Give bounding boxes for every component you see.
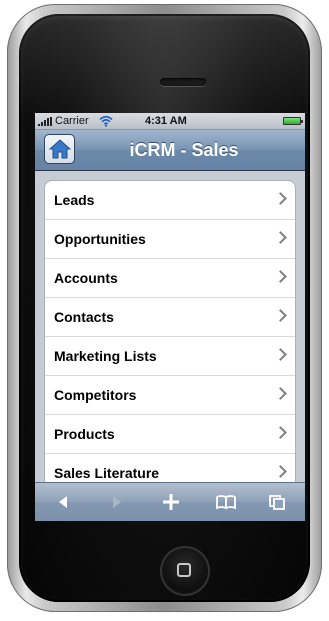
menu-item-label: Sales Literature bbox=[54, 465, 160, 481]
chevron-right-icon bbox=[274, 309, 287, 322]
battery-icon bbox=[283, 117, 303, 125]
menu-item-marketing-lists[interactable]: Marketing Lists bbox=[45, 337, 295, 376]
wifi-icon bbox=[99, 115, 113, 127]
menu-item-accounts[interactable]: Accounts bbox=[45, 259, 295, 298]
app-title-bar: iCRM - Sales bbox=[35, 130, 305, 171]
menu-item-label: Competitors bbox=[54, 387, 137, 403]
menu-item-opportunities[interactable]: Opportunities bbox=[45, 220, 295, 259]
add-bookmark-button[interactable] bbox=[151, 483, 191, 521]
menu-item-competitors[interactable]: Competitors bbox=[45, 376, 295, 415]
menu-item-contacts[interactable]: Contacts bbox=[45, 298, 295, 337]
bookmarks-icon bbox=[216, 495, 236, 510]
chevron-right-icon bbox=[274, 348, 287, 361]
menu-item-label: Contacts bbox=[54, 309, 114, 325]
menu-item-label: Opportunities bbox=[54, 231, 146, 247]
chevron-right-icon bbox=[274, 387, 287, 400]
status-bar: Carrier 4:31 AM bbox=[35, 113, 305, 130]
chevron-right-icon bbox=[274, 426, 287, 439]
sales-menu-list: Leads Opportunities Accounts Contacts Ma… bbox=[44, 180, 296, 493]
device-home-button[interactable] bbox=[160, 546, 210, 596]
pages-button[interactable] bbox=[257, 483, 297, 521]
back-icon bbox=[59, 496, 67, 508]
home-square-icon bbox=[177, 563, 191, 577]
chevron-right-icon bbox=[274, 192, 287, 205]
bookmarks-button[interactable] bbox=[205, 483, 245, 521]
face-gloss bbox=[19, 14, 310, 124]
menu-item-label: Marketing Lists bbox=[54, 348, 157, 364]
menu-item-products[interactable]: Products bbox=[45, 415, 295, 454]
chevron-right-icon bbox=[274, 231, 287, 244]
screen: Carrier 4:31 AM iCRM - Sales Leads Oppor… bbox=[35, 113, 305, 521]
menu-item-label: Leads bbox=[54, 192, 95, 208]
back-button[interactable] bbox=[43, 483, 83, 521]
clock-time: 4:31 AM bbox=[145, 115, 187, 127]
earpiece-speaker bbox=[160, 78, 206, 86]
menu-item-label: Accounts bbox=[54, 270, 118, 286]
menu-item-leads[interactable]: Leads bbox=[45, 181, 295, 220]
chevron-right-icon bbox=[274, 270, 287, 283]
forward-icon bbox=[113, 496, 121, 508]
menu-item-label: Products bbox=[54, 426, 115, 442]
chevron-right-icon bbox=[274, 465, 287, 478]
pages-icon bbox=[269, 495, 285, 510]
signal-bars-icon bbox=[38, 117, 54, 126]
browser-toolbar bbox=[35, 482, 305, 521]
carrier-label: Carrier bbox=[55, 115, 89, 127]
forward-button[interactable] bbox=[97, 483, 137, 521]
app-title: iCRM - Sales bbox=[129, 140, 239, 160]
add-icon bbox=[163, 494, 179, 510]
